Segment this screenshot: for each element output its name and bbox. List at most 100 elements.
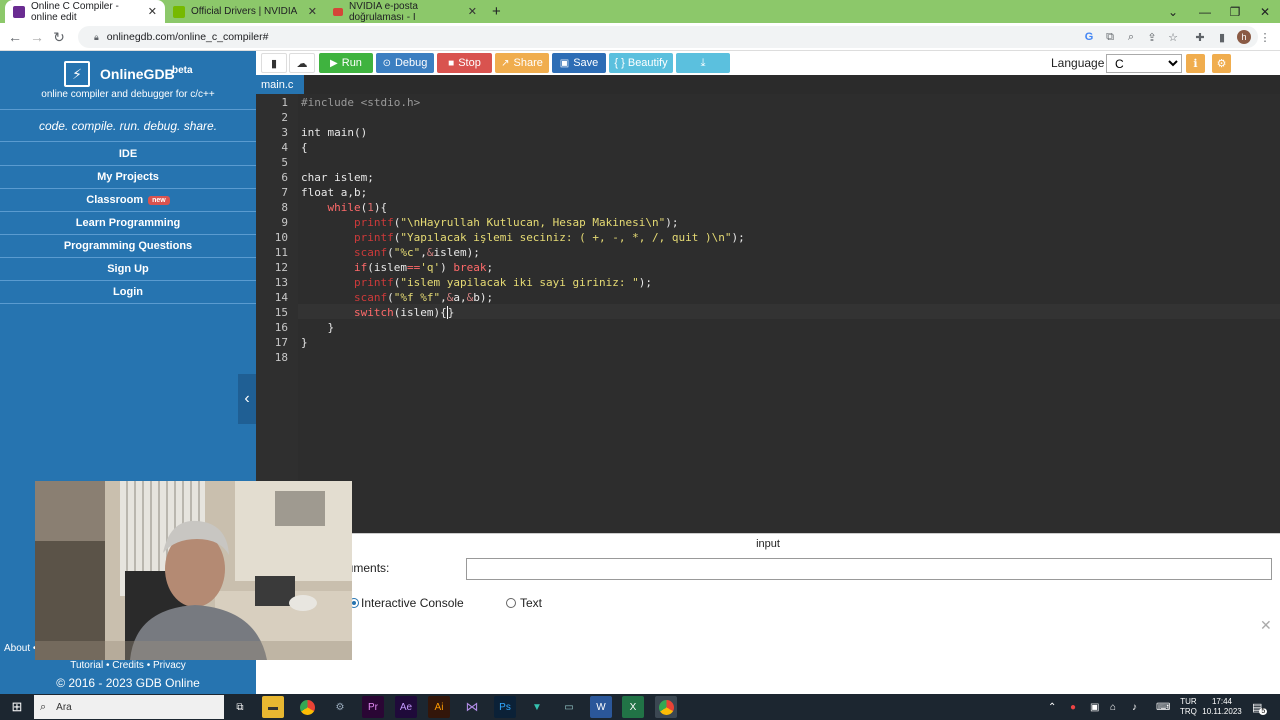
run-label: Run [341, 57, 362, 69]
input-language[interactable]: TUR TRQ [1180, 696, 1197, 718]
line-number: 3 [281, 126, 288, 139]
download-button[interactable]: ⤓ [676, 53, 730, 73]
forward-icon[interactable]: → [26, 23, 48, 51]
browser-tab-nvidia-email[interactable]: NVIDIA e-posta doğrulaması - I ✕ [325, 0, 485, 23]
premiere-icon[interactable]: Pr [362, 696, 384, 718]
google-icon[interactable]: G [1079, 23, 1099, 51]
sidebar-item-learn-programming[interactable]: Learn Programming [0, 212, 256, 235]
code-line: switch(islem){} [353, 306, 455, 319]
file-tab-main-c[interactable]: main.c [256, 75, 304, 94]
debug-label: Debug [394, 57, 428, 69]
save-label: Save [573, 57, 599, 69]
line-number: 14 [274, 291, 288, 304]
sidebar-item-programming-questions[interactable]: Programming Questions [0, 235, 256, 258]
close-window-icon[interactable]: ✕ [1248, 0, 1280, 23]
close-tab-icon[interactable]: ✕ [148, 5, 157, 18]
sidebar-item-my-projects[interactable]: My Projects [0, 166, 256, 189]
sidebar-item-sign-up[interactable]: Sign Up [0, 258, 256, 281]
search-placeholder: Ara [56, 701, 72, 713]
share-button[interactable]: ↗ Share [495, 53, 549, 73]
after-effects-icon[interactable]: Ae [395, 696, 417, 718]
chrome-icon[interactable] [296, 696, 318, 718]
clock-date: 10.11.2023 [1202, 707, 1242, 716]
share-page-icon[interactable]: ⇪ [1142, 23, 1162, 51]
command-line-arguments-field[interactable] [466, 558, 1272, 580]
windows-start-icon[interactable]: ⊞ [6, 696, 28, 718]
save-button[interactable]: ▣ Save [552, 53, 606, 73]
beautify-button[interactable]: { } Beautify [609, 53, 673, 73]
browser-tab-nvidia-drivers[interactable]: Official Drivers | NVIDIA ✕ [165, 0, 325, 23]
bookmark-star-icon[interactable]: ☆ [1163, 23, 1183, 51]
restore-icon[interactable]: ❐ [1218, 0, 1252, 23]
zoom-icon[interactable]: ⌕ [1121, 23, 1141, 51]
lightning-logo-icon: ⚡︎ [64, 61, 90, 87]
save-disk-icon: ▣ [559, 57, 570, 69]
reload-icon[interactable]: ↻ [48, 23, 70, 51]
sidebar-item-label: My Projects [97, 171, 159, 183]
onlinegdb-favicon-icon [13, 5, 25, 18]
input-panel-title: input [756, 538, 780, 550]
tray-app-icon[interactable]: ● [1070, 696, 1076, 718]
new-tab-button[interactable]: + [488, 0, 510, 23]
word-icon[interactable]: W [590, 696, 612, 718]
photoshop-icon[interactable]: Ps [494, 696, 516, 718]
about-link[interactable]: About • [4, 643, 36, 654]
keyboard-icon[interactable]: ⌨ [1156, 696, 1170, 718]
translate-icon[interactable]: ⧉ [1100, 23, 1120, 51]
code-line: scanf("%f %f",&a,&b); [353, 291, 494, 304]
profile-avatar[interactable]: h [1234, 23, 1254, 51]
settings-app-icon[interactable]: ⚙ [329, 696, 351, 718]
close-tab-icon[interactable]: ✕ [468, 5, 477, 18]
sidebar-item-classroom[interactable]: Classroom new [0, 189, 256, 212]
tray-device-icon[interactable]: ▣ [1090, 696, 1099, 718]
network-icon[interactable]: ⌂ [1110, 696, 1116, 718]
run-button[interactable]: ▶ Run [319, 53, 373, 73]
remote-desktop-icon[interactable]: ▭ [558, 696, 580, 718]
stop-button[interactable]: ■ Stop [437, 53, 492, 73]
vpn-icon[interactable]: ▼ [526, 696, 548, 718]
task-view-icon[interactable]: ⧉ [229, 696, 251, 718]
line-number: 4 [281, 141, 288, 154]
notification-center-icon[interactable]: ▤ 5 [1252, 696, 1268, 718]
tab-title: Official Drivers | NVIDIA [191, 6, 298, 17]
language-select[interactable]: C [1106, 54, 1182, 73]
visual-studio-icon[interactable]: ⋈ [461, 696, 483, 718]
extensions-puzzle-icon[interactable]: ✚ [1190, 23, 1210, 51]
side-panel-icon[interactable]: ▮ [1212, 23, 1232, 51]
settings-button[interactable]: ⚙ [1212, 54, 1231, 73]
info-icon: ℹ [1193, 58, 1198, 70]
volume-icon[interactable]: ♪ [1132, 696, 1137, 718]
debug-button[interactable]: ⊙ Debug [376, 53, 434, 73]
footer-links[interactable]: Tutorial • Credits • Privacy [0, 660, 256, 671]
brand[interactable]: ⚡︎ OnlineGDB beta online compiler and de… [0, 51, 256, 109]
minimize-icon[interactable]: — [1188, 0, 1222, 23]
taskbar-search[interactable]: ⌕ Ara [34, 695, 224, 719]
new-file-button[interactable]: ▮ [261, 53, 287, 73]
line-number: 2 [281, 111, 288, 124]
info-button[interactable]: ℹ [1186, 54, 1205, 73]
sidebar-item-login[interactable]: Login [0, 281, 256, 304]
webcam-overlay [35, 481, 352, 660]
file-explorer-icon[interactable]: ▬ [262, 696, 284, 718]
illustrator-icon[interactable]: Ai [428, 696, 450, 718]
chrome-active-icon[interactable] [655, 696, 677, 718]
sidebar-item-ide[interactable]: IDE [0, 143, 256, 166]
close-tab-icon[interactable]: ✕ [308, 5, 317, 18]
excel-icon[interactable]: X [622, 696, 644, 718]
clock[interactable]: 17:44 10.11.2023 [1202, 696, 1242, 718]
back-icon[interactable]: ← [4, 23, 26, 51]
play-icon: ▶ [330, 57, 338, 69]
collapse-sidebar-button[interactable]: ‹ [238, 374, 256, 424]
code-line: int main() [301, 126, 368, 139]
tray-chevron-icon[interactable]: ⌃ [1048, 696, 1056, 718]
browser-menu-icon[interactable]: ⋮ [1255, 23, 1275, 51]
close-panel-icon[interactable]: ✕ [1260, 617, 1272, 634]
debug-icon: ⊙ [382, 57, 391, 69]
browser-tab-onlinegdb[interactable]: Online C Compiler - online edit ✕ [5, 0, 165, 23]
sidebar-item-label: Classroom [86, 194, 144, 206]
plus-icon: + [492, 3, 501, 20]
upload-button[interactable]: ☁ [289, 53, 315, 73]
tab-search-icon[interactable]: ⌄ [1156, 0, 1190, 23]
new-badge: new [148, 195, 170, 205]
text-mode-radio[interactable] [506, 598, 516, 608]
